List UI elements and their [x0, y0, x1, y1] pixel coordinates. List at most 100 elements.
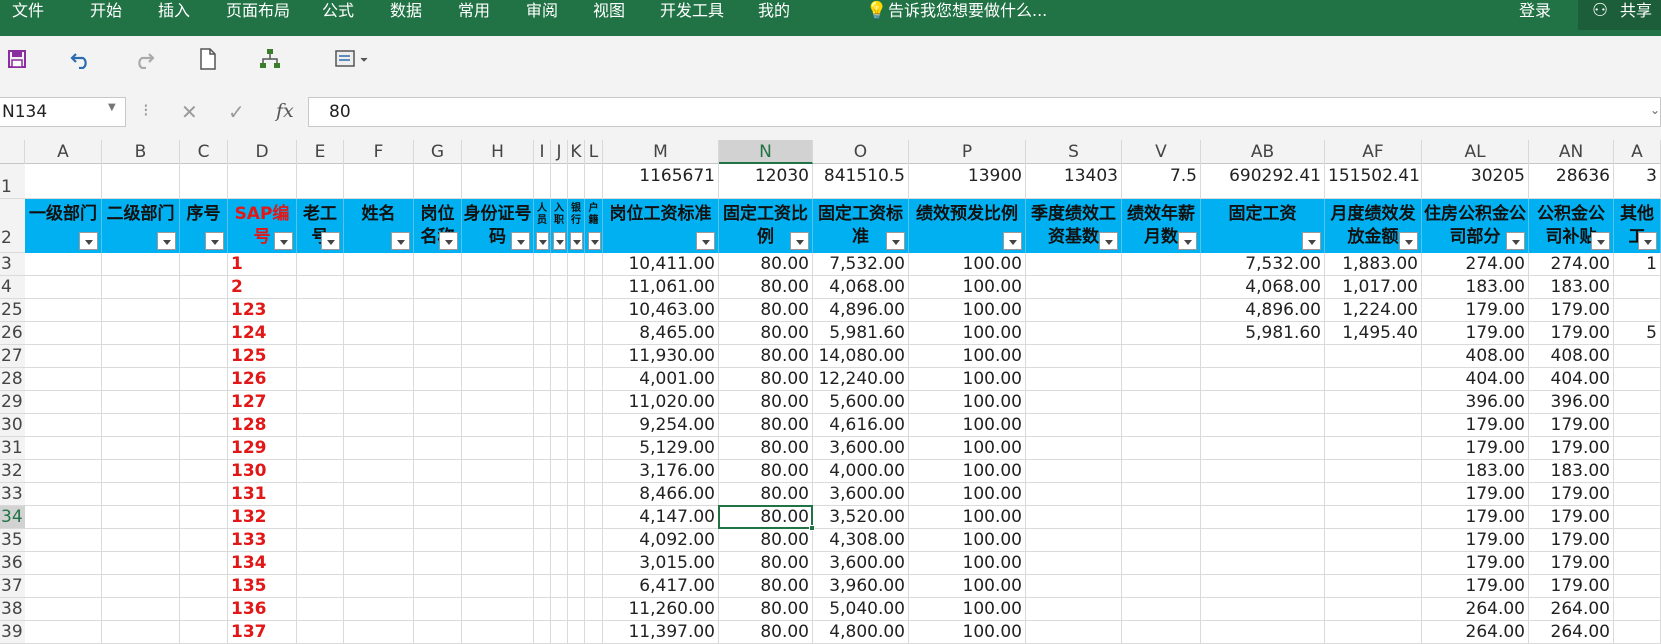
table-cell[interactable]: [1026, 506, 1122, 529]
table-cell[interactable]: [568, 506, 585, 529]
table-cell[interactable]: [1325, 368, 1422, 391]
row-header[interactable]: 34: [0, 506, 25, 529]
table-cell[interactable]: [102, 506, 180, 529]
table-cell[interactable]: [585, 414, 603, 437]
column-header[interactable]: G: [414, 140, 462, 164]
table-cell[interactable]: [344, 322, 414, 345]
table-cell[interactable]: [568, 460, 585, 483]
row-header[interactable]: 3: [0, 253, 25, 276]
row-header[interactable]: 33: [0, 483, 25, 506]
table-cell[interactable]: 128: [228, 414, 297, 437]
table-cell[interactable]: 4,800.00: [813, 621, 909, 644]
table-cell[interactable]: [25, 460, 102, 483]
column-header[interactable]: B: [102, 140, 180, 164]
menu-item[interactable]: 公式: [322, 0, 354, 22]
table-cell[interactable]: [1026, 253, 1122, 276]
table-cell[interactable]: [297, 414, 344, 437]
table-cell[interactable]: [414, 322, 462, 345]
table-cell[interactable]: 179.00: [1422, 437, 1529, 460]
table-cell[interactable]: [585, 598, 603, 621]
table-cell[interactable]: 131: [228, 483, 297, 506]
table-cell[interactable]: [534, 345, 551, 368]
share-label[interactable]: 共享: [1620, 0, 1652, 22]
table-cell[interactable]: [25, 598, 102, 621]
table-cell[interactable]: 4,308.00: [813, 529, 909, 552]
table-cell[interactable]: [534, 552, 551, 575]
empty-cell[interactable]: [551, 164, 568, 199]
table-cell[interactable]: 100.00: [909, 506, 1026, 529]
table-cell[interactable]: [568, 529, 585, 552]
table-cell[interactable]: [551, 368, 568, 391]
table-cell[interactable]: 5,981.60: [1201, 322, 1325, 345]
table-cell[interactable]: [297, 598, 344, 621]
table-cell[interactable]: [1614, 506, 1661, 529]
table-cell[interactable]: [180, 414, 228, 437]
table-cell[interactable]: [1614, 437, 1661, 460]
table-cell[interactable]: [1122, 276, 1201, 299]
table-cell[interactable]: [180, 529, 228, 552]
header-cell-m[interactable]: 岗位工资标准: [603, 199, 719, 253]
filter-dropdown-icon[interactable]: [696, 232, 715, 250]
table-cell[interactable]: 80.00: [719, 621, 813, 644]
table-cell[interactable]: 11,260.00: [603, 598, 719, 621]
chevron-down-icon[interactable]: ▼: [108, 102, 116, 113]
empty-cell[interactable]: [585, 164, 603, 199]
table-cell[interactable]: [102, 552, 180, 575]
table-cell[interactable]: [1325, 598, 1422, 621]
row-header[interactable]: 31: [0, 437, 25, 460]
column-header[interactable]: S: [1026, 140, 1122, 164]
row-header[interactable]: 30: [0, 414, 25, 437]
table-cell[interactable]: 4,147.00: [603, 506, 719, 529]
table-cell[interactable]: 125: [228, 345, 297, 368]
table-cell[interactable]: [534, 621, 551, 644]
filter-dropdown-icon[interactable]: [157, 232, 176, 250]
column-header[interactable]: D: [228, 140, 297, 164]
menu-item[interactable]: 文件: [12, 0, 44, 22]
table-cell[interactable]: [25, 437, 102, 460]
table-cell[interactable]: 3,960.00: [813, 575, 909, 598]
table-cell[interactable]: [534, 506, 551, 529]
table-cell[interactable]: 100.00: [909, 575, 1026, 598]
table-cell[interactable]: 4,616.00: [813, 414, 909, 437]
table-cell[interactable]: 183.00: [1529, 460, 1614, 483]
empty-cell[interactable]: [414, 164, 462, 199]
table-cell[interactable]: 80.00: [719, 345, 813, 368]
filter-dropdown-icon[interactable]: [1506, 232, 1525, 250]
table-cell[interactable]: [344, 460, 414, 483]
menu-item[interactable]: 开始: [90, 0, 122, 22]
table-cell[interactable]: 1: [1614, 253, 1661, 276]
column-header[interactable]: K: [568, 140, 585, 164]
table-cell[interactable]: [1201, 437, 1325, 460]
table-cell[interactable]: 1,495.40: [1325, 322, 1422, 345]
table-cell[interactable]: 129: [228, 437, 297, 460]
table-cell[interactable]: [1026, 391, 1122, 414]
table-cell[interactable]: 100.00: [909, 437, 1026, 460]
header-cell-i[interactable]: 人员: [534, 199, 551, 253]
table-cell[interactable]: 80.00: [719, 575, 813, 598]
table-cell[interactable]: [297, 552, 344, 575]
total-cell[interactable]: 30205: [1422, 164, 1529, 199]
table-cell[interactable]: [534, 414, 551, 437]
table-cell[interactable]: [585, 506, 603, 529]
column-header[interactable]: F: [344, 140, 414, 164]
table-cell[interactable]: [462, 437, 534, 460]
table-cell[interactable]: [585, 276, 603, 299]
table-cell[interactable]: [1201, 598, 1325, 621]
header-cell-a[interactable]: 一级部门: [25, 199, 102, 253]
table-cell[interactable]: [585, 299, 603, 322]
column-header[interactable]: L: [585, 140, 603, 164]
table-cell[interactable]: [462, 345, 534, 368]
table-cell[interactable]: 4,896.00: [1201, 299, 1325, 322]
table-cell[interactable]: [462, 506, 534, 529]
table-cell[interactable]: [102, 276, 180, 299]
empty-cell[interactable]: [462, 164, 534, 199]
table-cell[interactable]: [568, 253, 585, 276]
table-cell[interactable]: [344, 368, 414, 391]
table-cell[interactable]: [1122, 437, 1201, 460]
header-cell-o[interactable]: 固定工资标准: [813, 199, 909, 253]
filter-dropdown-icon[interactable]: [588, 232, 601, 250]
table-cell[interactable]: [1614, 483, 1661, 506]
table-cell[interactable]: 179.00: [1422, 299, 1529, 322]
table-cell[interactable]: [568, 414, 585, 437]
table-cell[interactable]: [297, 345, 344, 368]
